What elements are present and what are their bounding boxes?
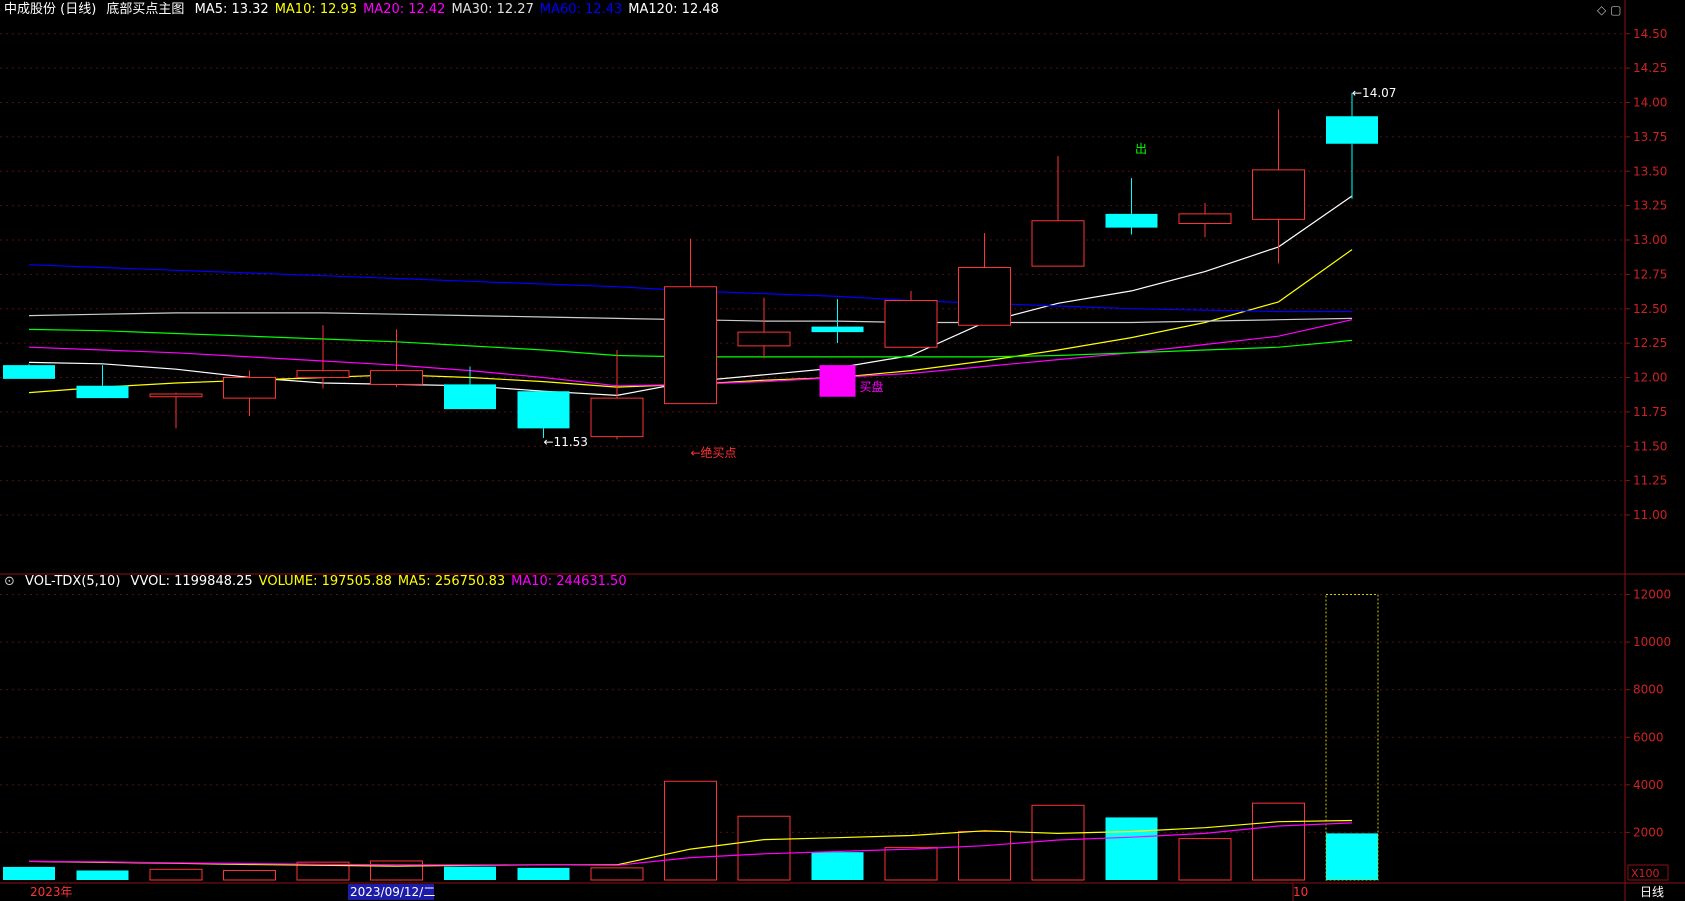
- volume-bar: [1326, 833, 1378, 880]
- ma-legend-item: MA20: 12.42: [363, 2, 446, 17]
- price-annotation: ←11.53: [544, 435, 588, 449]
- candle-body: [444, 384, 496, 410]
- volume-tick-label: 2000: [1633, 825, 1664, 839]
- chart-frame: [0, 0, 1685, 901]
- volume-bar: [1252, 802, 1305, 881]
- price-tick-label: 14.25: [1633, 61, 1667, 75]
- stock-title: 中成股份 (日线): [4, 2, 97, 17]
- candle-body: [296, 370, 350, 378]
- ma-legend-item: MA30: 12.27: [451, 2, 534, 17]
- ma-legend-item: MA10: 12.93: [274, 2, 358, 17]
- price-annotation: ←绝买点: [691, 445, 737, 460]
- volume-bar: [1105, 817, 1158, 880]
- price-tick-label: 11.00: [1633, 508, 1667, 522]
- candle-body: [884, 300, 938, 348]
- volume-bar: [590, 867, 644, 881]
- grid-lines: [0, 33, 1625, 833]
- price-tick-label: 14.00: [1633, 96, 1667, 110]
- vol-legend-item: MA5: 256750.83: [397, 574, 506, 589]
- volume-bar: [737, 815, 791, 881]
- candle-body: [370, 370, 423, 385]
- candle-body: [958, 267, 1011, 326]
- price-tick-label: 12.75: [1633, 267, 1667, 281]
- volume-bar: [149, 868, 203, 881]
- candle-body: [737, 331, 791, 347]
- price-axis: 11.00 11.25 11.50 11.75 12.00 12.25 12.50 12.75…: [1625, 27, 1671, 839]
- candle-body: [223, 377, 276, 399]
- candle-body: [76, 385, 129, 399]
- candle-body: [149, 393, 203, 398]
- ma-legend: MA5: 13.32 MA10: 12.93 MA20: 12.42 MA30: 12…: [195, 2, 725, 17]
- price-tick-label: 11.50: [1633, 439, 1667, 453]
- date-label: 2023年: [30, 885, 73, 899]
- price-tick-label: 13.25: [1633, 199, 1667, 213]
- price-annotation: ←14.07: [1352, 86, 1396, 100]
- indicator-name: 底部买点主图: [106, 2, 185, 17]
- price-annotation: 买盘: [860, 379, 884, 394]
- ma-legend-item: MA5: 13.32: [194, 2, 269, 17]
- vol-legend: VVOL: 1199848.25 VOLUME: 197505.88 MA5: 25…: [131, 574, 633, 589]
- price-tick-label: 11.25: [1633, 474, 1667, 488]
- candle-body: [1178, 213, 1232, 224]
- candle-body: [590, 397, 644, 438]
- volume-bar: [76, 870, 129, 880]
- period-label: 日线: [1640, 885, 1664, 899]
- price-tick-label: 12.25: [1633, 336, 1667, 350]
- volume-bar: [223, 869, 276, 881]
- ma-legend-item: MA60: 12.43: [539, 2, 623, 17]
- volume-bar: [664, 780, 717, 881]
- volume-bar: [3, 866, 55, 880]
- candlesticks[interactable]: [3, 92, 1378, 440]
- price-tick-label: 13.75: [1633, 130, 1667, 144]
- vol-legend-item: MA10: 244631.50: [511, 574, 627, 589]
- candle-body: [811, 326, 864, 333]
- candle-body: [1105, 213, 1158, 228]
- vol-legend-item: VOLUME: 197505.88: [258, 574, 392, 589]
- main-header: 中成股份 (日线) 底部买点主图 MA5: 13.32 MA10: 12.93 MA…: [4, 2, 731, 18]
- volume-bar: [517, 867, 570, 880]
- date-label: 10: [1293, 885, 1308, 899]
- date-label: 2023/09/12/二: [350, 885, 435, 899]
- stock-chart[interactable]: ←11.53 ←14.07 ←绝买点 出买盘 11.00 11.25 11.50 11.75…: [0, 0, 1685, 901]
- diamond-icon[interactable]: ◇: [1597, 3, 1606, 17]
- window-icon[interactable]: ▢: [1610, 3, 1621, 17]
- volume-tick-label: 12000: [1633, 588, 1671, 602]
- volume-bar: [370, 860, 423, 881]
- volume-bar: [444, 866, 496, 880]
- price-tick-label: 12.50: [1633, 302, 1667, 316]
- volume-bar: [884, 846, 938, 881]
- volume-unit-label: X100: [1631, 867, 1660, 880]
- volume-tick-label: 4000: [1633, 778, 1664, 792]
- volume-header: ⊙ VOL-TDX(5,10) VVOL: 1199848.25 VOLUME: …: [4, 574, 639, 590]
- collapse-icon[interactable]: ⊙: [4, 574, 15, 589]
- volume-bar: [958, 830, 1011, 881]
- volume-tick-label: 8000: [1633, 683, 1664, 697]
- price-tick-label: 14.50: [1633, 27, 1667, 41]
- price-tick-label: 12.00: [1633, 371, 1667, 385]
- buy-marker: [819, 365, 856, 397]
- ma-legend-item: MA120: 12.48: [628, 2, 719, 17]
- price-tick-label: 13.00: [1633, 233, 1667, 247]
- price-tick-label: 11.75: [1633, 405, 1667, 419]
- candle-body: [517, 391, 570, 429]
- candle-body: [664, 286, 717, 405]
- volume-bar: [811, 852, 864, 880]
- vol-indicator-name: VOL-TDX(5,10): [25, 574, 121, 589]
- candle-body: [1031, 220, 1085, 267]
- volume-tick-label: 10000: [1633, 635, 1671, 649]
- volume-tick-label: 6000: [1633, 730, 1664, 744]
- candle-body: [1252, 169, 1305, 220]
- candle-body: [1326, 116, 1378, 144]
- vol-legend-item: VVOL: 1199848.25: [130, 574, 253, 589]
- signal-label: 出: [1134, 142, 1148, 154]
- volume-bar: [1031, 804, 1085, 881]
- candle-body: [3, 365, 55, 379]
- volume-bar: [1178, 838, 1232, 881]
- panel-controls[interactable]: ◇ ▢: [1597, 3, 1621, 17]
- price-tick-label: 13.50: [1633, 164, 1667, 178]
